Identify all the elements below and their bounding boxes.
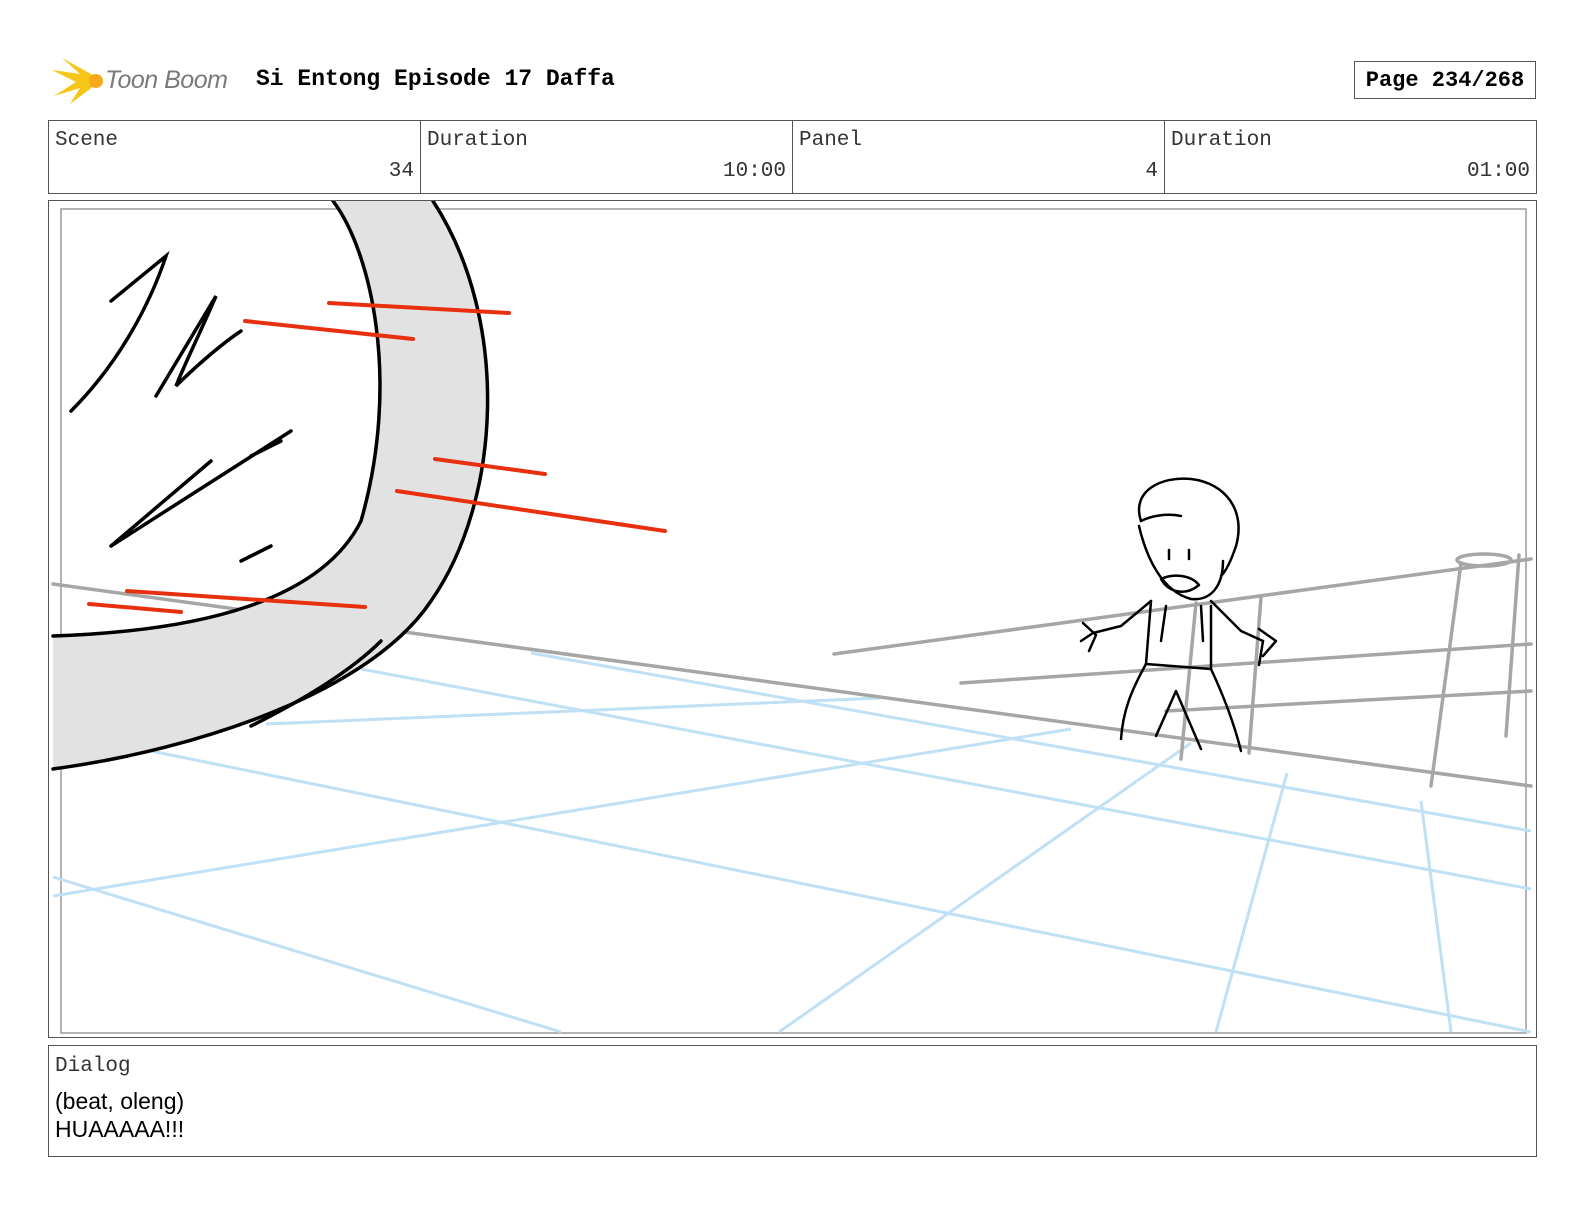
starburst-icon <box>52 58 103 104</box>
scene-label: Scene <box>55 129 119 152</box>
info-table: Scene 34 Duration 10:00 Panel 4 Duration… <box>48 120 1537 194</box>
dialog-line: (beat, oleng) <box>55 1088 185 1114</box>
scene-duration-cell: Duration 10:00 <box>421 121 793 193</box>
dialog-line: HUAAAAA!!! <box>55 1116 185 1142</box>
dialog-box: Dialog (beat, oleng) HUAAAAA!!! <box>48 1045 1537 1157</box>
panel-duration-label: Duration <box>1171 129 1272 152</box>
panel-duration-value: 01:00 <box>1466 160 1530 183</box>
project-title: Si Entong Episode 17 Daffa <box>256 66 615 92</box>
panel-duration-cell: Duration 01:00 <box>1165 121 1536 193</box>
scene-value: 34 <box>388 160 414 183</box>
foreground-shape <box>53 201 488 769</box>
panel-value: 4 <box>1145 160 1158 183</box>
scene-duration-label: Duration <box>427 129 528 152</box>
toon-boom-logo: Toon Boom <box>52 56 238 106</box>
panel-cell: Panel 4 <box>793 121 1165 193</box>
scene-duration-value: 10:00 <box>722 160 786 183</box>
dialog-label: Dialog <box>55 1055 131 1078</box>
panel-label: Panel <box>799 129 863 152</box>
panel-drawing <box>51 201 1533 1034</box>
storyboard-panel <box>48 200 1537 1038</box>
scene-cell: Scene 34 <box>49 121 421 193</box>
page-indicator: Page 234/268 <box>1354 61 1536 99</box>
logo-text: Toon Boom <box>105 66 228 94</box>
